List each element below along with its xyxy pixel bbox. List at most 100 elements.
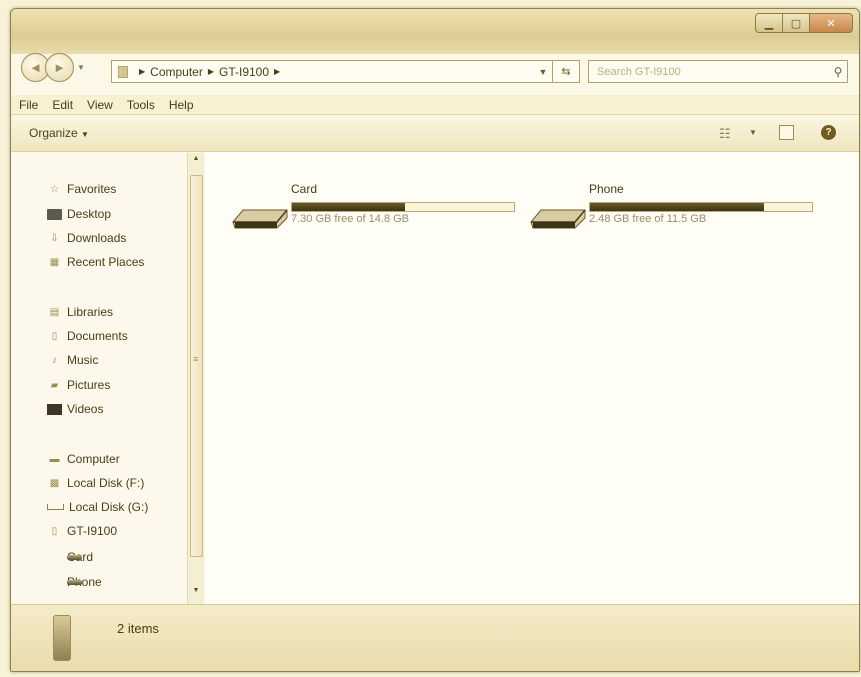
nav-item-local-disk-f[interactable]: ▩ Local Disk (F:) [47,476,145,490]
phone-icon: ▯ [51,525,58,537]
capacity-bar [291,202,515,212]
scrollbar-thumb[interactable] [190,175,203,557]
command-bar: Organize ▼ ☷ ▼ ? [11,115,859,152]
download-icon: ⇩ [50,232,59,244]
library-icon: ▤ [49,306,60,318]
change-view-icon[interactable]: ☷ [719,126,731,142]
chevron-down-icon[interactable]: ▼ [533,67,553,77]
music-icon: ♪ [52,354,57,366]
nav-computer[interactable]: ▬ Computer [47,452,120,466]
help-icon[interactable]: ? [821,125,836,140]
capacity-bar-fill [590,203,765,211]
minimize-icon: ▁ [764,17,774,30]
nav-scrollbar[interactable]: ▲ ≡ ▼ [187,153,204,605]
breadcrumb-chevron-icon[interactable]: ▶ [274,67,280,76]
close-button[interactable]: ✕ [809,13,853,33]
view-options-dropdown-icon[interactable]: ▼ [749,128,757,137]
menu-edit[interactable]: Edit [52,98,73,112]
video-icon [47,403,62,415]
organize-button[interactable]: Organize ▼ [29,126,89,140]
nav-buttons: ◄ ► ▼ [21,53,85,82]
nav-item-label: Local Disk (F:) [67,476,145,490]
nav-item-label: Recent Places [67,255,145,269]
scroll-down-icon[interactable]: ▼ [188,587,204,601]
breadcrumb-chevron-icon[interactable]: ▶ [208,67,214,76]
desktop-icon [47,208,62,220]
star-icon: ☆ [50,183,59,195]
recent-places-icon: ▦ [49,256,60,268]
drive-name: Phone [589,182,624,196]
minimize-button[interactable]: ▁ [755,13,783,33]
search-input[interactable] [589,64,829,79]
window-controls: ▁ ▢ ✕ [755,13,853,33]
local-disk-icon: ▩ [49,477,60,489]
drive-free-space: 2.48 GB free of 11.5 GB [589,213,707,225]
drive-icon [67,579,82,585]
chevron-down-icon: ▼ [81,130,89,139]
forward-button[interactable]: ► [45,53,74,82]
nav-item-label: Videos [67,402,104,416]
nav-item-card[interactable]: Card [67,550,93,564]
nav-item-downloads[interactable]: ⇩ Downloads [47,231,126,245]
nav-item-label: Local Disk (G:) [69,500,149,514]
title-bar[interactable]: ▁ ▢ ✕ [11,9,859,54]
nav-item-desktop[interactable]: Desktop [47,207,111,221]
nav-item-local-disk-g[interactable]: Local Disk (G:) [47,500,148,514]
search-icon[interactable]: ⚲ [829,65,847,79]
pictures-icon: ▰ [50,379,59,391]
nav-item-label: Documents [67,329,128,343]
nav-libraries-label: Libraries [67,305,114,319]
nav-libraries[interactable]: ▤ Libraries [47,305,113,319]
nav-item-videos[interactable]: Videos [47,402,103,416]
breadcrumb-computer[interactable]: Computer [150,65,203,79]
breadcrumb-chevron-icon[interactable]: ▶ [139,67,145,76]
drive-phone[interactable]: Phone 2.48 GB free of 11.5 GB [529,182,829,232]
nav-item-label: GT-I9100 [67,524,118,538]
maximize-icon: ▢ [790,17,802,30]
close-icon: ✕ [826,17,836,30]
organize-label: Organize [29,126,78,140]
forward-arrow-icon: ► [53,60,66,75]
back-arrow-icon: ◄ [29,60,42,75]
address-bar[interactable]: ▶ Computer ▶ GT-I9100 ▶ ▼ [111,60,554,83]
menu-bar: File Edit View Tools Help [11,95,859,115]
scrollbar-grip-icon: ≡ [193,354,199,364]
removable-disk-icon [47,504,64,510]
document-icon: ▯ [51,330,58,342]
refresh-button[interactable]: ⇆ [552,60,580,83]
menu-view[interactable]: View [87,98,113,112]
folder-icon [118,65,128,78]
nav-item-label: Desktop [67,207,112,221]
removable-drive-icon [530,209,586,229]
capacity-bar [589,202,813,212]
explorer-window: ▁ ▢ ✕ ◄ ► ▼ ▶ Computer ▶ GT-I9100 ▶ ▼ ⇆ … [10,8,860,672]
menu-tools[interactable]: Tools [127,98,155,112]
nav-item-gt-i9100[interactable]: ▯ GT-I9100 [47,524,117,538]
removable-drive-icon [232,209,288,229]
drive-name: Card [291,182,318,196]
maximize-button[interactable]: ▢ [782,13,810,33]
nav-item-label: Pictures [67,378,111,392]
nav-item-documents[interactable]: ▯ Documents [47,329,128,343]
nav-item-label: Music [67,353,99,367]
navigation-pane: ☆ Favorites Desktop ⇩ Downloads ▦ Recent… [11,152,205,604]
nav-favorites[interactable]: ☆ Favorites [47,182,116,196]
nav-favorites-label: Favorites [67,182,117,196]
nav-item-pictures[interactable]: ▰ Pictures [47,378,111,392]
drive-card[interactable]: Card 7.30 GB free of 14.8 GB [231,182,531,232]
device-thumbnail-icon [53,615,71,661]
nav-item-phone[interactable]: Phone [67,575,102,589]
nav-item-music[interactable]: ♪ Music [47,353,98,367]
item-count: 2 items [117,621,159,636]
drive-free-space: 7.30 GB free of 14.8 GB [291,213,410,225]
details-pane: 2 items [11,604,859,671]
recent-pages-dropdown-icon[interactable]: ▼ [77,63,85,72]
nav-item-recent-places[interactable]: ▦ Recent Places [47,255,145,269]
menu-help[interactable]: Help [169,98,194,112]
menu-file[interactable]: File [19,98,38,112]
scroll-up-icon[interactable]: ▲ [188,155,204,169]
nav-item-label: Downloads [67,231,127,245]
breadcrumb-device[interactable]: GT-I9100 [219,65,269,79]
preview-pane-icon[interactable] [779,125,794,140]
search-box[interactable]: ⚲ [588,60,848,83]
